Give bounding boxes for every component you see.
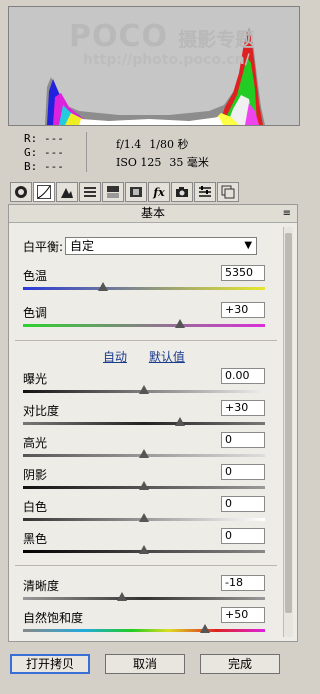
temperature-thumb[interactable] xyxy=(97,282,108,291)
clarity-value[interactable]: -18 xyxy=(221,575,265,591)
vibrance-track[interactable] xyxy=(23,629,265,632)
shadows-value[interactable]: 0 xyxy=(221,464,265,480)
r-label: R: xyxy=(24,132,38,145)
white-balance-select[interactable]: 自定 ▼ xyxy=(65,237,258,255)
shutter-speed: 1/80 秒 xyxy=(149,138,189,151)
vibrance-thumb[interactable] xyxy=(199,624,210,633)
tint-label: 色调 xyxy=(23,306,48,320)
aperture-icon[interactable] xyxy=(10,182,32,202)
white-balance-label: 白平衡: xyxy=(23,239,64,254)
curve-icon[interactable] xyxy=(33,182,55,202)
info-divider xyxy=(86,132,87,172)
clarity-thumb[interactable] xyxy=(117,592,128,601)
snapshots-icon[interactable] xyxy=(217,182,239,202)
rgb-readout: R: --- G: --- B: --- xyxy=(24,132,64,174)
scroll-thumb[interactable] xyxy=(285,233,292,613)
basic-panel: 基本 ≡ 白平衡: 自定 ▼ 色温 5350 色调 +30 自动 默认值 曝光 … xyxy=(8,204,298,642)
temperature-value[interactable]: 5350 xyxy=(221,265,265,281)
fx-icon[interactable]: fx xyxy=(148,182,170,202)
exif-info: f/1.4 1/80 秒 ISO 125 35 毫米 xyxy=(116,136,217,172)
b-value: --- xyxy=(44,160,64,173)
photo-info: R: --- G: --- B: --- f/1.4 1/80 秒 ISO 125 35 … xyxy=(8,128,300,176)
done-button[interactable]: 完成 xyxy=(200,654,280,674)
whites-label: 白色 xyxy=(23,500,48,514)
watermark-logo: POCO xyxy=(69,19,169,54)
auto-links: 自动 默认值 xyxy=(103,348,203,365)
g-label: G: xyxy=(24,146,38,159)
panel-menu-icon[interactable]: ≡ xyxy=(283,205,291,222)
watermark-title: 摄影专题 xyxy=(178,29,255,51)
auto-link[interactable]: 自动 xyxy=(103,350,127,364)
temperature-label: 色温 xyxy=(23,269,48,283)
temperature-track[interactable] xyxy=(23,287,265,290)
tint-value[interactable]: +30 xyxy=(221,302,265,318)
aperture: f/1.4 xyxy=(116,138,142,151)
whites-value[interactable]: 0 xyxy=(221,496,265,512)
g-value: --- xyxy=(44,146,64,159)
lens-icon[interactable] xyxy=(125,182,147,202)
section-divider xyxy=(15,340,277,341)
whites-thumb[interactable] xyxy=(139,513,149,522)
split-toning-icon[interactable] xyxy=(102,182,124,202)
vibrance-value[interactable]: +50 xyxy=(221,607,265,623)
focal-length: 35 毫米 xyxy=(169,156,209,169)
watermark-url: http://photo.poco.cn/ xyxy=(83,52,250,68)
chevron-down-icon: ▼ xyxy=(244,240,253,251)
contrast-label: 对比度 xyxy=(23,404,60,418)
clarity-track[interactable] xyxy=(23,597,265,600)
highlights-thumb[interactable] xyxy=(139,449,149,458)
b-label: B: xyxy=(24,160,38,173)
section-divider xyxy=(15,565,277,566)
watermark: POCO 摄影专题 http://photo.poco.cn/ xyxy=(69,19,299,68)
contrast-track[interactable] xyxy=(23,422,265,425)
exposure-label: 曝光 xyxy=(23,372,48,386)
open-copy-button[interactable]: 打开拷贝 xyxy=(10,654,90,674)
vibrance-label: 自然饱和度 xyxy=(23,611,84,625)
fx-label: fx xyxy=(153,185,165,199)
clarity-label: 清晰度 xyxy=(23,579,60,593)
histogram: POCO 摄影专题 http://photo.poco.cn/ xyxy=(8,6,300,126)
blacks-value[interactable]: 0 xyxy=(221,528,265,544)
panel-toolbar: fx xyxy=(8,182,300,204)
exposure-value[interactable]: 0.00 xyxy=(221,368,265,384)
r-value: --- xyxy=(44,132,64,145)
default-link[interactable]: 默认值 xyxy=(149,350,185,364)
shadows-thumb[interactable] xyxy=(139,481,149,490)
contrast-value[interactable]: +30 xyxy=(221,400,265,416)
sharpen-icon[interactable] xyxy=(56,182,78,202)
panel-scrollbar[interactable] xyxy=(283,227,293,637)
white-balance-value: 自定 xyxy=(70,239,95,253)
blacks-thumb[interactable] xyxy=(139,545,149,554)
tint-track[interactable] xyxy=(23,324,265,327)
exposure-thumb[interactable] xyxy=(139,385,149,394)
tint-thumb[interactable] xyxy=(175,319,186,328)
cancel-button[interactable]: 取消 xyxy=(105,654,185,674)
camera-icon[interactable] xyxy=(171,182,193,202)
shadows-label: 阴影 xyxy=(23,468,48,482)
hsl-icon[interactable] xyxy=(79,182,101,202)
blacks-label: 黑色 xyxy=(23,532,48,546)
panel-title: 基本 xyxy=(140,206,165,220)
contrast-thumb[interactable] xyxy=(175,417,186,426)
highlights-label: 高光 xyxy=(23,436,48,450)
iso: ISO 125 xyxy=(116,156,162,169)
presets-icon[interactable] xyxy=(194,182,216,202)
white-balance-row: 白平衡: 自定 ▼ xyxy=(23,237,258,255)
panel-header: 基本 ≡ xyxy=(9,205,297,223)
highlights-value[interactable]: 0 xyxy=(221,432,265,448)
